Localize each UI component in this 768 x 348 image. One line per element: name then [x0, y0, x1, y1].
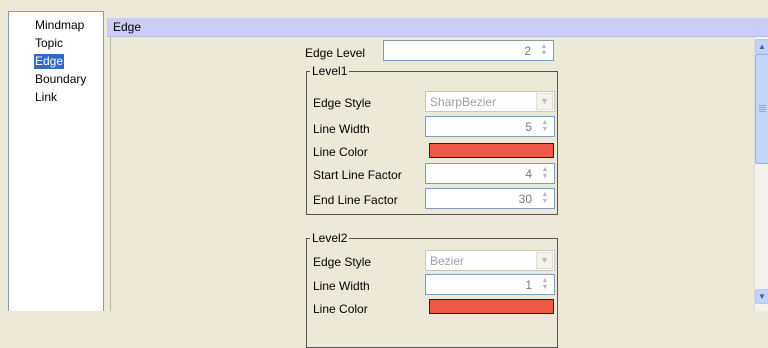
category-item-topic[interactable]: Topic	[35, 36, 63, 51]
level1-line-width-spin-buttons[interactable]: ▲ ▼	[538, 119, 552, 134]
level2-group-title: Level2	[310, 231, 350, 245]
edge-settings-panel: Edge Level 2 ▲ ▼ Level1 Edge Style Sharp…	[110, 37, 754, 348]
level1-line-width-spinner[interactable]: 5 ▲ ▼	[425, 116, 555, 137]
category-item-edge[interactable]: Edge	[34, 54, 65, 69]
level2-line-width-spin-buttons[interactable]: ▲ ▼	[538, 277, 552, 292]
level1-line-color-label: Line Color	[313, 145, 368, 159]
category-list[interactable]: Mindmap Topic Edge Boundary Link	[8, 11, 104, 311]
section-header: Edge	[107, 18, 768, 37]
level1-start-line-factor-label: Start Line Factor	[313, 168, 402, 182]
level1-end-line-factor-label: End Line Factor	[313, 193, 398, 207]
level1-edge-style-label: Edge Style	[313, 96, 372, 110]
edge-level-spin-buttons[interactable]: ▲ ▼	[537, 43, 551, 58]
spin-down-icon[interactable]: ▼	[538, 126, 552, 133]
category-item-mindmap[interactable]: Mindmap	[35, 18, 84, 33]
spin-up-icon[interactable]: ▲	[538, 166, 552, 173]
edge-level-value: 2	[524, 44, 531, 58]
level1-edge-style-select[interactable]: SharpBezier ▼	[425, 91, 555, 112]
level2-line-width-spinner[interactable]: 1 ▲ ▼	[425, 274, 555, 295]
spin-up-icon[interactable]: ▲	[538, 191, 552, 198]
level1-start-line-factor-spinner[interactable]: 4 ▲ ▼	[425, 163, 555, 184]
spin-down-icon[interactable]: ▼	[538, 284, 552, 291]
thumb-grip	[759, 105, 766, 106]
edge-level-spinner[interactable]: 2 ▲ ▼	[383, 40, 554, 61]
level1-end-line-factor-spin-buttons[interactable]: ▲ ▼	[538, 191, 552, 206]
level1-edge-style-value: SharpBezier	[430, 95, 497, 109]
spin-down-icon[interactable]: ▼	[538, 173, 552, 180]
level1-line-color-swatch[interactable]	[429, 143, 554, 158]
level2-edge-style-select[interactable]: Bezier ▼	[425, 250, 555, 271]
scroll-up-icon[interactable]: ▲	[755, 39, 768, 54]
spin-up-icon[interactable]: ▲	[538, 119, 552, 126]
level1-line-width-value: 5	[525, 120, 532, 134]
level2-line-width-value: 1	[525, 278, 532, 292]
level1-end-line-factor-spinner[interactable]: 30 ▲ ▼	[425, 188, 555, 209]
chevron-down-icon[interactable]: ▼	[536, 252, 553, 269]
spin-up-icon[interactable]: ▲	[537, 43, 551, 50]
level1-start-line-factor-value: 4	[525, 167, 532, 181]
level1-group-title: Level1	[310, 64, 350, 78]
spin-down-icon[interactable]: ▼	[538, 198, 552, 205]
level1-line-width-label: Line Width	[313, 122, 370, 136]
level1-end-line-factor-value: 30	[518, 192, 532, 206]
section-title: Edge	[113, 20, 142, 34]
level2-edge-style-value: Bezier	[430, 254, 465, 268]
level2-line-color-swatch[interactable]	[429, 299, 554, 314]
category-item-link[interactable]: Link	[35, 90, 57, 105]
chevron-down-icon[interactable]: ▼	[536, 93, 553, 110]
spin-down-icon[interactable]: ▼	[537, 50, 551, 57]
vertical-scrollbar[interactable]: ▲ ▼	[754, 37, 768, 311]
edge-level-label: Edge Level	[305, 46, 366, 60]
scrollbar-thumb[interactable]	[755, 54, 768, 164]
level2-line-width-label: Line Width	[313, 279, 370, 293]
scroll-down-icon[interactable]: ▼	[755, 289, 768, 304]
level2-line-color-label: Line Color	[313, 302, 368, 316]
level2-edge-style-label: Edge Style	[313, 255, 372, 269]
level1-start-line-factor-spin-buttons[interactable]: ▲ ▼	[538, 166, 552, 181]
spin-up-icon[interactable]: ▲	[538, 277, 552, 284]
category-item-boundary[interactable]: Boundary	[35, 72, 86, 87]
